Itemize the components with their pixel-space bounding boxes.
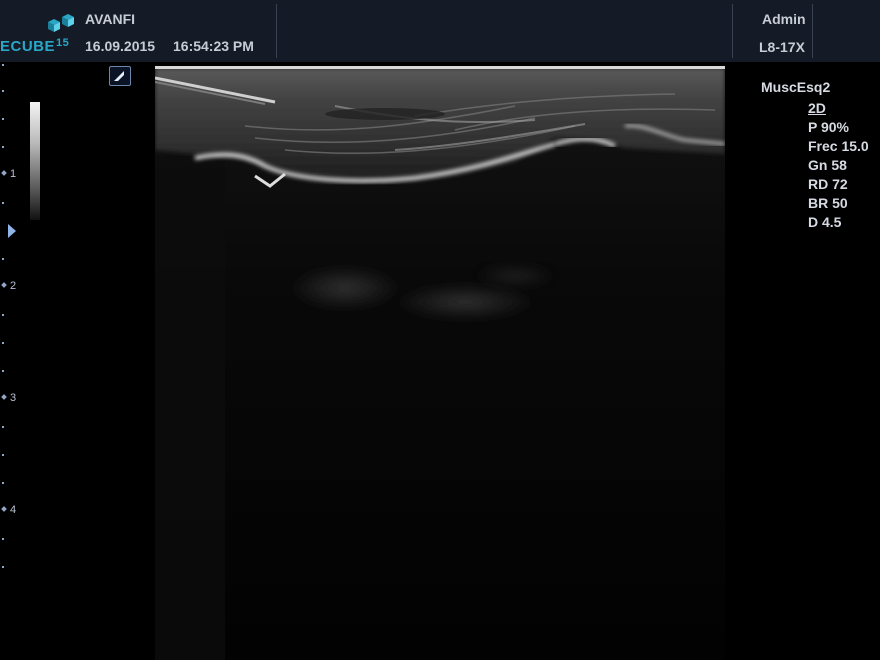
exam-time: 16:54:23 PM bbox=[173, 38, 254, 54]
gain-value: Gn 58 bbox=[808, 157, 847, 173]
ultrasound-screen: ECUBE15 AVANFI 16.09.2015 16:54:23 PM Ad… bbox=[0, 0, 880, 660]
dynamic-range-value: RD 72 bbox=[808, 176, 848, 192]
frequency-value: Frec 15.0 bbox=[808, 138, 869, 154]
header-divider bbox=[732, 4, 733, 58]
operator-name: Admin bbox=[762, 11, 806, 27]
depth-label-2: 2 bbox=[1, 280, 16, 292]
depth-tick bbox=[2, 426, 4, 428]
depth-tick bbox=[2, 370, 4, 372]
depth-tick bbox=[2, 258, 4, 260]
depth-tick bbox=[2, 90, 4, 92]
depth-tick bbox=[2, 454, 4, 456]
depth-tick bbox=[2, 482, 4, 484]
depth-tick bbox=[2, 314, 4, 316]
preset-name: MuscEsq2 bbox=[761, 79, 831, 95]
depth-tick bbox=[2, 146, 4, 148]
imaging-mode: 2D bbox=[808, 100, 826, 116]
depth-scale: 1 2 3 4 bbox=[0, 62, 30, 660]
depth-tick bbox=[2, 538, 4, 540]
depth-value: D 4.5 bbox=[808, 214, 842, 230]
depth-tick bbox=[2, 342, 4, 344]
depth-tick bbox=[2, 64, 4, 66]
logo-wordmark: ECUBE15 bbox=[0, 37, 70, 55]
header-bar: ECUBE15 AVANFI 16.09.2015 16:54:23 PM Ad… bbox=[0, 0, 880, 62]
ecube-logo: ECUBE15 bbox=[0, 4, 80, 56]
depth-tick bbox=[2, 202, 4, 204]
header-divider bbox=[276, 4, 277, 58]
orientation-marker-icon bbox=[109, 66, 131, 86]
ecube-cubes-icon bbox=[48, 14, 74, 32]
depth-label-1: 1 bbox=[1, 168, 16, 180]
focus-marker-icon[interactable] bbox=[8, 224, 16, 238]
exam-date: 16.09.2015 bbox=[85, 38, 156, 54]
depth-label-3: 3 bbox=[1, 392, 16, 404]
probe-name: L8-17X bbox=[759, 39, 805, 55]
patient-name: AVANFI bbox=[85, 11, 136, 27]
ultrasound-image[interactable] bbox=[155, 66, 725, 660]
brightness-value: BR 50 bbox=[808, 195, 848, 211]
depth-label-4: 4 bbox=[1, 504, 16, 516]
depth-tick bbox=[2, 566, 4, 568]
grayscale-bar bbox=[30, 102, 40, 220]
depth-tick bbox=[2, 118, 4, 120]
power-value: P 90% bbox=[808, 119, 849, 135]
header-divider bbox=[812, 4, 813, 58]
